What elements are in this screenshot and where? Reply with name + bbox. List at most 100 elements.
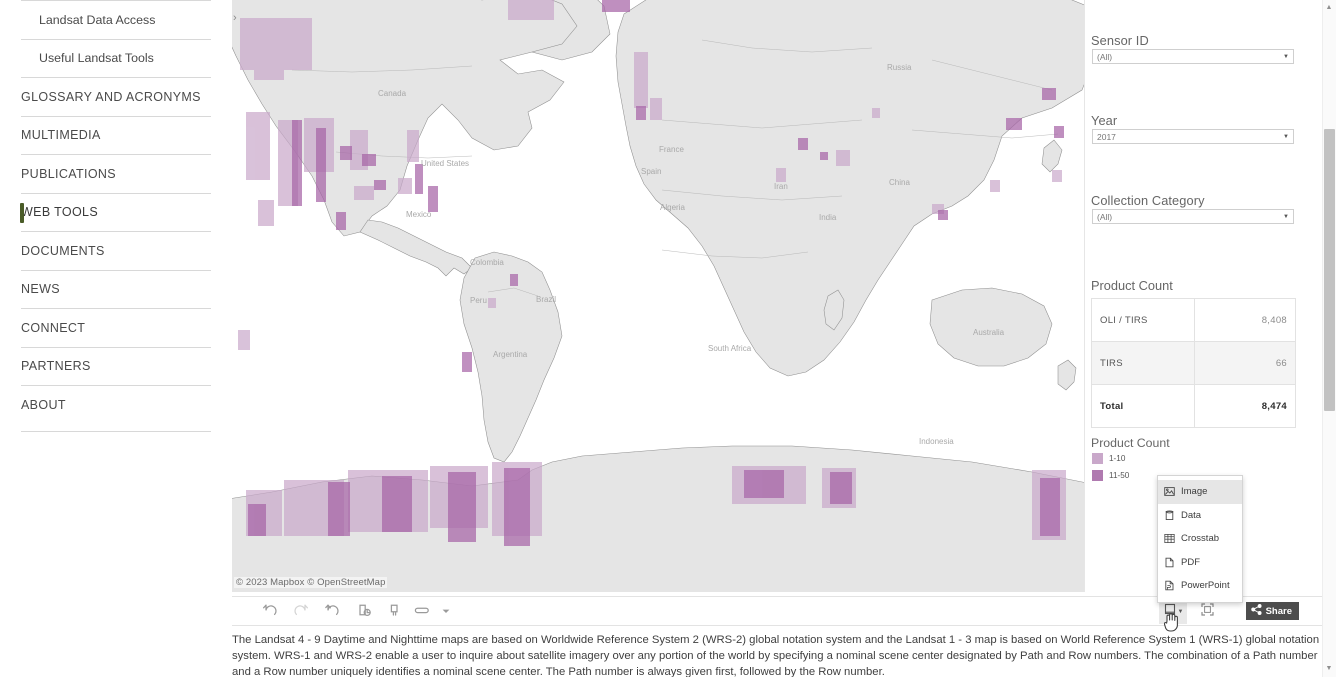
pause-button[interactable] xyxy=(383,600,407,624)
page-root: Landsat Data Access Useful Landsat Tools G… xyxy=(0,0,1336,677)
sidebar-item-multimedia[interactable]: MULTIMEDIA xyxy=(21,115,211,155)
scrollbar-down-arrow-icon[interactable]: ▼ xyxy=(1324,664,1334,674)
filter-select-collection-category[interactable]: (All) ▼ xyxy=(1092,209,1294,224)
sidebar-item-label: WEB TOOLS xyxy=(21,205,99,220)
fullscreen-button[interactable] xyxy=(1195,600,1219,624)
sidebar-item-documents[interactable]: DOCUMENTS xyxy=(21,231,211,270)
map-collapse-chevron-icon[interactable]: › xyxy=(233,13,237,24)
sidebar-item-label: GLOSSARY AND ACRONYMS xyxy=(21,89,201,104)
legend-label: 1-10 xyxy=(1109,454,1126,463)
export-dropdown-menu[interactable]: Image Data Crosstab PDF PowerPoint xyxy=(1157,475,1243,603)
subscribe-caret[interactable] xyxy=(434,600,458,624)
page-scrollbar-thumb[interactable] xyxy=(1324,129,1335,411)
share-button[interactable]: Share xyxy=(1245,602,1299,620)
revert-button[interactable] xyxy=(320,600,344,624)
sidebar-item-label: MULTIMEDIA xyxy=(21,128,101,143)
subscribe-button[interactable] xyxy=(411,600,435,624)
sidebar-item-connect[interactable]: CONNECT xyxy=(21,308,211,347)
redo-icon xyxy=(293,602,309,623)
sidebar-item-web-tools[interactable]: WEB TOOLS xyxy=(20,192,211,232)
pdf-icon xyxy=(1164,557,1175,568)
download-icon xyxy=(1163,602,1177,621)
page-scrollbar-track[interactable]: ▲ ▼ xyxy=(1322,0,1336,677)
product-count-table: OLI / TIRS 8,408 TIRS 66 Total 8,474 xyxy=(1091,298,1296,428)
map-viewport[interactable]: Canada United States Mexico Colombia Peru Bra… xyxy=(232,0,1084,592)
legend-title: Product Count xyxy=(1091,436,1170,450)
export-menu-item-image[interactable]: Image xyxy=(1158,480,1242,504)
legend-entry[interactable]: 11-50 xyxy=(1092,470,1129,481)
legend-color-swatch xyxy=(1092,470,1103,481)
product-count-row-value: 8,408 xyxy=(1194,298,1296,342)
refresh-button[interactable] xyxy=(352,600,376,624)
sidebar-item-news[interactable]: NEWS xyxy=(21,269,211,309)
share-nodes-icon xyxy=(1250,604,1262,618)
sidebar-item-label: ABOUT xyxy=(21,397,66,412)
product-count-row-name: TIRS xyxy=(1091,341,1195,385)
sidebar-item-label: PARTNERS xyxy=(21,359,91,374)
powerpoint-icon xyxy=(1164,580,1175,591)
data-icon xyxy=(1164,510,1175,521)
product-count-row-value: 66 xyxy=(1194,341,1296,385)
image-icon xyxy=(1164,486,1175,497)
share-button-label: Share xyxy=(1265,605,1292,617)
export-menu-item-label: Crosstab xyxy=(1181,533,1220,545)
sidebar-item-about[interactable]: ABOUT xyxy=(21,385,211,424)
refresh-icon xyxy=(356,602,372,623)
sidebar-item-label: DOCUMENTS xyxy=(21,243,105,258)
footer-description: The Landsat 4 - 9 Daytime and Nighttime … xyxy=(232,632,1324,677)
chevron-down-icon[interactable]: ▼ xyxy=(1279,210,1293,223)
sidebar-nav: Landsat Data Access Useful Landsat Tools G… xyxy=(20,0,211,424)
filter-value: (All) xyxy=(1097,211,1113,222)
chevron-down-icon[interactable]: ▼ xyxy=(1279,50,1293,63)
fullscreen-icon xyxy=(1200,602,1215,622)
chevron-down-icon xyxy=(441,603,451,621)
filter-select-year[interactable]: 2017 ▼ xyxy=(1092,129,1294,144)
revert-icon xyxy=(324,602,340,623)
export-download-button[interactable]: ▼ xyxy=(1159,599,1187,624)
sidebar-item-label: NEWS xyxy=(21,282,60,297)
product-count-total-value: 8,474 xyxy=(1194,384,1296,428)
undo-button[interactable] xyxy=(258,600,282,624)
sidebar-item-partners[interactable]: PARTNERS xyxy=(21,346,211,386)
world-map[interactable] xyxy=(232,0,1084,592)
export-menu-item-pdf[interactable]: PDF xyxy=(1158,551,1242,575)
undo-icon xyxy=(262,602,278,623)
sidebar-item-label: PUBLICATIONS xyxy=(21,166,116,181)
product-count-total-label: Total xyxy=(1091,384,1195,428)
crosstab-icon xyxy=(1164,533,1175,544)
redo-button[interactable] xyxy=(289,600,313,624)
scrollbar-up-arrow-icon[interactable]: ▲ xyxy=(1324,3,1334,13)
legend-label: 11-50 xyxy=(1109,471,1130,480)
footer-paragraph: The Landsat 4 - 9 Daytime and Nighttime … xyxy=(232,634,1320,677)
table-row: TIRS 66 xyxy=(1091,341,1296,385)
filter-label-sensor-id: Sensor ID xyxy=(1091,33,1149,48)
sidebar-item-useful-landsat-tools[interactable]: Useful Landsat Tools xyxy=(21,38,211,78)
table-row-total: Total 8,474 xyxy=(1091,384,1296,428)
export-menu-item-data[interactable]: Data xyxy=(1158,504,1242,528)
sidebar: Landsat Data Access Useful Landsat Tools G… xyxy=(0,0,232,677)
product-count-title: Product Count xyxy=(1091,278,1173,293)
filter-value: 2017 xyxy=(1097,131,1116,142)
filter-select-sensor-id[interactable]: (All) ▼ xyxy=(1092,49,1294,64)
active-indicator-bar xyxy=(20,202,24,223)
sidebar-bottom-divider xyxy=(21,431,211,432)
sidebar-item-publications[interactable]: PUBLICATIONS xyxy=(21,154,211,193)
legend-entry[interactable]: 1-10 xyxy=(1092,453,1125,464)
sidebar-item-label: CONNECT xyxy=(21,320,86,335)
export-menu-item-label: PowerPoint xyxy=(1181,580,1230,592)
filter-value: (All) xyxy=(1097,51,1113,62)
subscribe-icon xyxy=(414,602,432,623)
export-menu-item-crosstab[interactable]: Crosstab xyxy=(1158,527,1242,551)
sidebar-item-label: Useful Landsat Tools xyxy=(39,51,154,66)
map-attribution: © 2023 Mapbox © OpenStreetMap xyxy=(234,577,388,588)
export-menu-item-label: Image xyxy=(1181,486,1208,498)
chevron-down-icon: ▼ xyxy=(1177,608,1184,615)
chevron-down-icon[interactable]: ▼ xyxy=(1279,130,1293,143)
sidebar-item-label: Landsat Data Access xyxy=(39,12,156,27)
sidebar-item-glossary-and-acronyms[interactable]: GLOSSARY AND ACRONYMS xyxy=(21,77,211,116)
export-menu-item-powerpoint[interactable]: PowerPoint xyxy=(1158,574,1242,598)
export-menu-item-label: Data xyxy=(1181,509,1202,521)
table-row: OLI / TIRS 8,408 xyxy=(1091,298,1296,342)
export-menu-item-label: PDF xyxy=(1181,556,1200,568)
sidebar-item-landsat-data-access[interactable]: Landsat Data Access xyxy=(21,0,211,39)
